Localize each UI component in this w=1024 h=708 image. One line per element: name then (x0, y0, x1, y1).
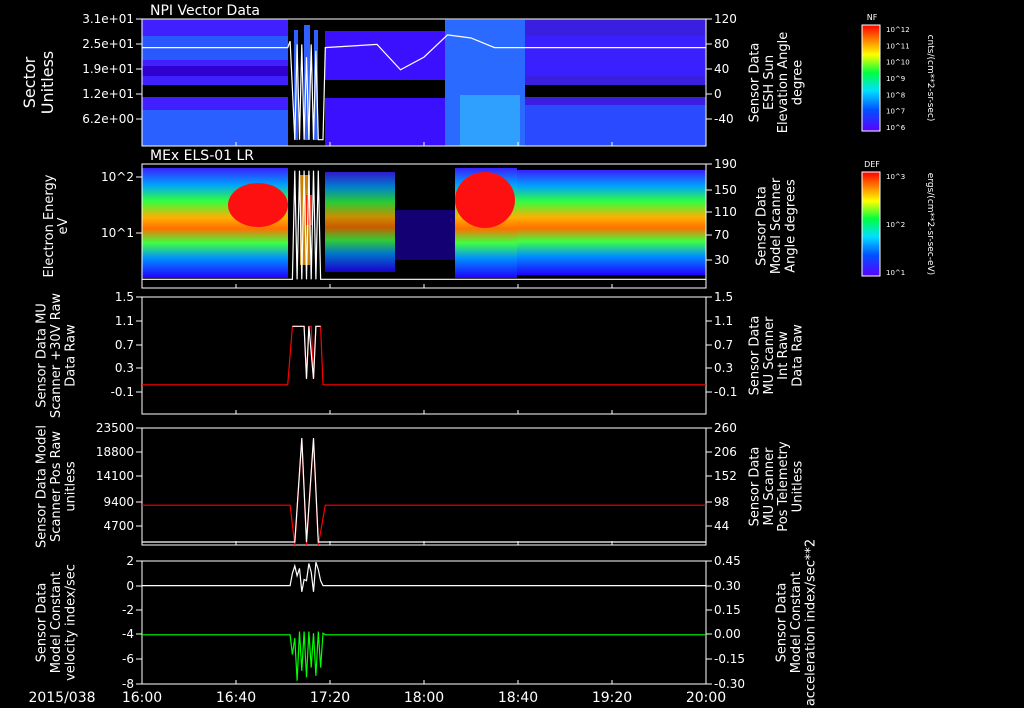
panel-5-ytick-label: 2 (126, 554, 134, 568)
panel-3-y2tick-label: 1.1 (714, 314, 733, 328)
time-tick-label: 20:00 (686, 690, 726, 706)
panel-4-ytick-label: 14100 (96, 469, 134, 483)
panel-5-y2tick-label: 0.45 (714, 554, 741, 568)
panel-5-series-1 (142, 562, 706, 592)
nf-colorbar-tick: 10^6 (886, 124, 906, 132)
panel-2-ytick-label: 10^2 (101, 170, 134, 184)
panel-3-ytick-label: 1.1 (115, 314, 134, 328)
panel-1-ytick-label: 2.5e+01 (82, 37, 134, 51)
panel-4-ytick-label: 23500 (96, 421, 134, 435)
panel-3-y2tick-label: 0.3 (714, 361, 733, 375)
time-tick-label: 19:20 (592, 690, 632, 706)
panel-4-y2label: Sensor DataMU ScannerPos TelemetryUnitle… (748, 441, 806, 532)
panel-5-y2tick-label: -0.30 (714, 677, 745, 691)
panel-5-ytick-label: -2 (122, 603, 134, 617)
panel-2-y2tick-label: 150 (714, 183, 737, 197)
panel-4-y2tick-label: 260 (714, 421, 737, 435)
time-tick-label: 18:40 (498, 690, 538, 706)
panel-4-y2tick-label: 152 (714, 469, 737, 483)
def-colorbar-tick: 10^3 (886, 173, 905, 181)
panel-1-ytick-label: 1.2e+01 (82, 87, 134, 101)
panel-4-ylabel: Sensor Data ModelScanner Pos Rawunitless (35, 425, 79, 548)
panel-3-y2tick-label: -0.1 (714, 385, 737, 399)
nf-colorbar-tick: 10^8 (886, 91, 905, 99)
time-tick-label: 16:00 (122, 690, 162, 706)
panel-5-series-2 (142, 631, 706, 681)
nf-colorbar-title: NF (867, 13, 878, 22)
panel-5-frame (141, 560, 707, 685)
panel-3-y2tick-label: 1.5 (714, 290, 733, 304)
panel-4-series-1 (142, 440, 706, 546)
time-tick-label: 18:00 (404, 690, 444, 706)
panel-4-frame (141, 427, 707, 546)
panel-4-y2tick-label: 98 (714, 495, 729, 509)
panel-3-ytick-label: 1.5 (115, 290, 134, 304)
panel-2-y2label: Sensor DataModel ScannerAngle degrees (755, 177, 799, 274)
panel-1-y2tick-label: 0 (714, 87, 722, 101)
date-label: 2015/038 (28, 690, 95, 706)
time-tick-label: 16:40 (216, 690, 256, 706)
panel-5-y2tick-label: 0.30 (714, 579, 741, 593)
nf-colorbar-tick: 10^11 (886, 42, 910, 50)
nf-colorbar (861, 24, 881, 132)
panel-3-y2tick-label: 0.7 (714, 338, 733, 352)
panel-2-y2tick-label: 30 (714, 253, 729, 267)
panel-1-title: NPI Vector Data (150, 3, 260, 19)
panel-5-y2tick-label: -0.15 (714, 652, 745, 666)
time-tick-label: 17:20 (310, 690, 350, 706)
nf-colorbar-tick: 10^12 (886, 26, 910, 34)
panel-3-ytick-label: 0.3 (115, 361, 134, 375)
panel-3-series-1 (142, 325, 706, 386)
panel-1-ylabel: SectorUnitless (20, 51, 57, 115)
panel-3-ytick-label: -0.1 (111, 385, 134, 399)
panel-1-y2tick-label: 120 (714, 12, 737, 26)
def-colorbar-tick: 10^2 (886, 221, 905, 229)
panel-5-y2tick-label: 0.00 (714, 627, 741, 641)
panel-5-y2tick-label: 0.15 (714, 603, 741, 617)
els-heatmap (142, 164, 706, 288)
panel-1-y2tick-label: 40 (714, 62, 729, 76)
panel-3-ylabel: Sensor Data MUScanner +30V RawData Raw (35, 293, 79, 418)
panel-5-ytick-label: 0 (126, 579, 134, 593)
nf-colorbar-unit: cnts/(cm**2-sr-sec) (925, 35, 935, 122)
panel-3-series-2 (292, 325, 321, 379)
panel-1-ytick-label: 6.2e+00 (82, 112, 134, 126)
panel-4-ytick-label: 9400 (103, 495, 134, 509)
nf-colorbar-tick: 10^10 (886, 59, 910, 67)
def-colorbar (861, 171, 881, 277)
space-physics-summary-plot: NPI Vector Data 3.1e+01 2.5e+01 1.9e+01 1.2e… (20, 3, 935, 706)
panel-2-ytick-label: 10^1 (101, 226, 134, 240)
panel-2-y2tick-label: 190 (714, 157, 737, 171)
panel-3-y2label: Sensor DataMU ScannerInt RawData Raw (748, 316, 806, 396)
nf-colorbar-tick: 10^7 (886, 108, 905, 116)
panel-1-y2label: Sensor DataESH SunElevation Angledegree (748, 32, 806, 134)
def-colorbar-unit: ergs/(cm**2-sr-sec-eV) (925, 173, 935, 275)
panel-3-ytick-label: 0.7 (115, 338, 134, 352)
panel-4-y2tick-label: 44 (714, 519, 729, 533)
panel-2-ylabel: Electron EnergyeV (42, 174, 71, 277)
panel-4-series-2 (142, 437, 706, 543)
panel-4-ytick-label: 18800 (96, 445, 134, 459)
panel-5-y2label: Sensor DataModel Constantacceleration in… (775, 539, 819, 706)
panel-3-frame (141, 296, 707, 415)
panel-5-ytick-label: -8 (122, 677, 134, 691)
def-colorbar-title: DEF (864, 160, 880, 169)
panel-1-ytick-label: 3.1e+01 (82, 12, 134, 26)
panel-4-ytick-label: 4700 (103, 519, 134, 533)
def-colorbar-tick: 10^1 (886, 269, 905, 277)
panel-5-ylabel: Sensor DataModel Constantvelocity index/… (35, 564, 79, 681)
nf-colorbar-tick: 10^9 (886, 75, 905, 83)
panel-1-ytick-label: 1.9e+01 (82, 62, 134, 76)
panel-1-y2tick-label: 80 (714, 37, 729, 51)
panel-2-y2tick-label: 110 (714, 205, 737, 219)
panel-2-title: MEx ELS-01 LR (150, 148, 254, 164)
npi-heatmap (142, 19, 706, 146)
panel-5-ytick-label: -6 (122, 652, 134, 666)
panel-2-y2tick-label: 70 (714, 228, 729, 242)
panel-5-ytick-label: -4 (122, 627, 134, 641)
panel-1-y2tick-label: -40 (714, 112, 734, 126)
panel-4-y2tick-label: 206 (714, 445, 737, 459)
